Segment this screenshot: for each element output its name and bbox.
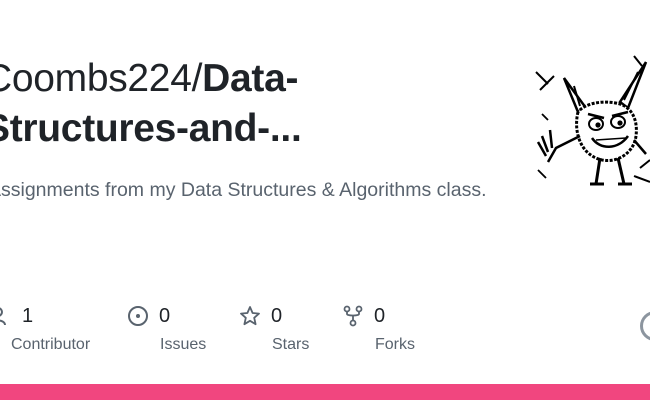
fork-icon	[342, 305, 364, 327]
repo-owner: Coombs224/	[0, 57, 203, 100]
contributor-label: Contributor	[11, 336, 91, 353]
people-icon	[0, 305, 12, 327]
stat-forks[interactable]: 0 Forks	[342, 300, 415, 360]
star-count: 0	[271, 305, 283, 327]
issue-label: Issues	[160, 336, 207, 353]
star-icon	[239, 305, 261, 327]
stat-contributors[interactable]: 1 Contributor	[0, 300, 90, 360]
avatar-drawing	[534, 50, 650, 188]
fork-label: Forks	[375, 336, 415, 353]
stat-issues[interactable]: 0 Issues	[127, 300, 206, 360]
fork-count: 0	[374, 305, 386, 327]
stat-stars[interactable]: 0 Stars	[239, 300, 309, 360]
repo-name-line2: Structures-and-...	[0, 107, 302, 150]
repo-name-line1: Data-	[202, 57, 299, 100]
repo-description: Assignments from my Data Structures & Al…	[0, 179, 487, 201]
repo-title[interactable]: Coombs224/Data- Structures-and-...	[0, 54, 504, 154]
owner-avatar[interactable]	[534, 50, 650, 188]
repo-social-card: Coombs224/Data- Structures-and-... Assig…	[0, 0, 650, 400]
star-label: Stars	[272, 336, 310, 353]
issue-icon	[127, 305, 149, 327]
contributor-count: 1	[22, 305, 34, 327]
issue-count: 0	[159, 305, 171, 327]
language-bar	[0, 384, 650, 400]
repo-stats: 1 Contributor 0 Issues 0 Stars 0 Forks	[0, 300, 650, 360]
